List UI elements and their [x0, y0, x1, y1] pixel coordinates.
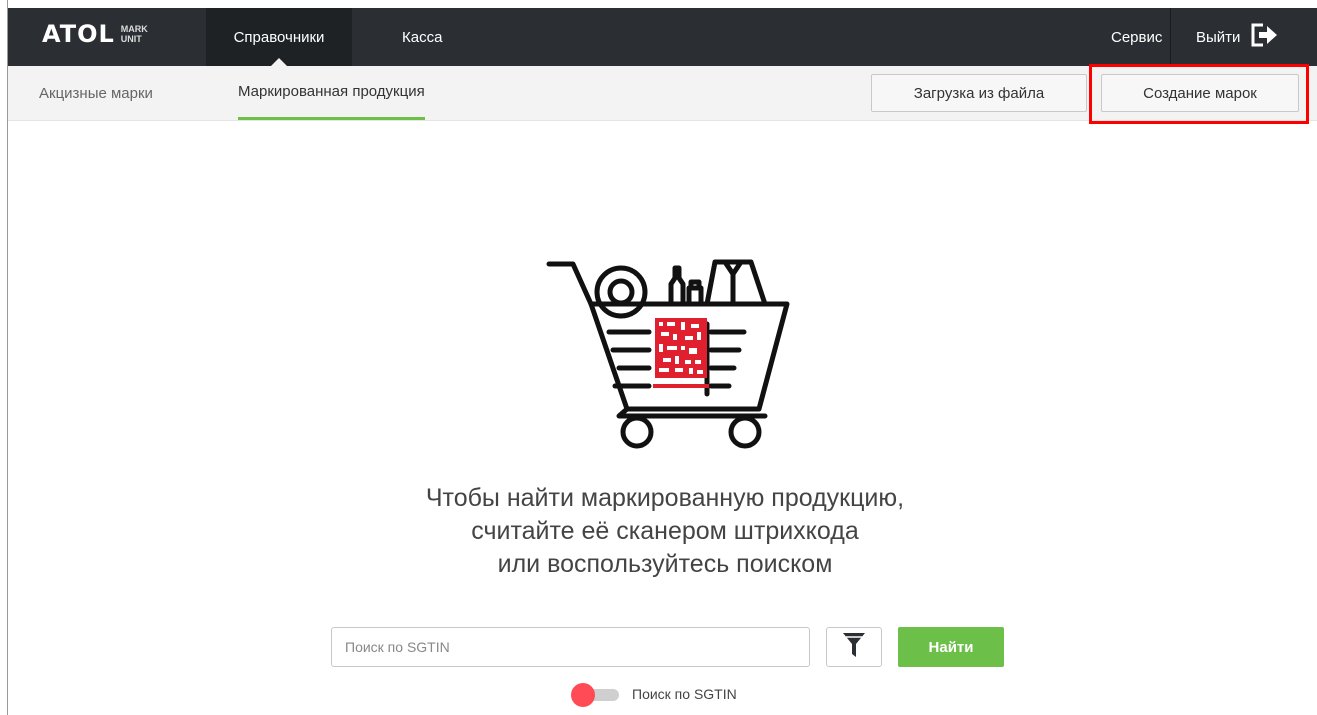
tab-marked-products[interactable]: Маркированная продукция — [238, 66, 425, 120]
tab-excise-stamps[interactable]: Акцизные марки — [39, 66, 153, 120]
filter-button[interactable] — [826, 627, 882, 667]
message-line-3: или воспользуйтесь поиском — [497, 550, 833, 578]
atol-logo[interactable]: ATOL MARK UNIT — [42, 20, 151, 48]
top-navbar: ATOL MARK UNIT Справочники Касса Сервис … — [8, 8, 1317, 66]
logout-icon — [1250, 22, 1278, 52]
nav-item-label: Справочники — [233, 28, 325, 46]
sgtin-search-input[interactable] — [331, 627, 810, 667]
logo-wordmark: ATOL — [42, 20, 115, 48]
message-line-2: считайте её сканером штрихкода — [471, 517, 859, 545]
empty-state-message: Чтобы найти маркированную продукцию, счи… — [300, 482, 1030, 581]
logout-button[interactable]: Выйти — [1196, 8, 1278, 66]
tab-label: Маркированная продукция — [238, 83, 425, 100]
service-menu[interactable]: Сервис — [1111, 8, 1162, 66]
shopping-cart-datamatrix-icon — [539, 254, 793, 454]
logout-label: Выйти — [1196, 28, 1241, 46]
nav-item-label: Касса — [402, 28, 443, 46]
nav-item-cash-register[interactable]: Касса — [402, 8, 442, 66]
active-caret — [271, 58, 287, 66]
logo-sub-mark: MARK — [120, 24, 148, 34]
toggle-knob — [571, 683, 595, 707]
filter-icon — [842, 631, 866, 664]
nav-item-directories[interactable]: Справочники — [206, 8, 352, 66]
service-label: Сервис — [1111, 28, 1163, 46]
tab-label: Акцизные марки — [39, 84, 153, 102]
nav-divider — [1170, 8, 1171, 66]
logo-sub-unit: UNIT — [120, 34, 142, 44]
upload-from-file-button[interactable]: Загрузка из файла — [871, 74, 1087, 112]
find-button[interactable]: Найти — [898, 627, 1004, 667]
message-line-1: Чтобы найти маркированную продукцию, — [425, 484, 905, 512]
toggle-label: Поиск по SGTIN — [632, 686, 737, 702]
create-button-highlight — [1089, 64, 1309, 124]
logo-subtitle: MARK UNIT — [121, 24, 151, 44]
sgtin-search-toggle[interactable] — [571, 683, 621, 707]
